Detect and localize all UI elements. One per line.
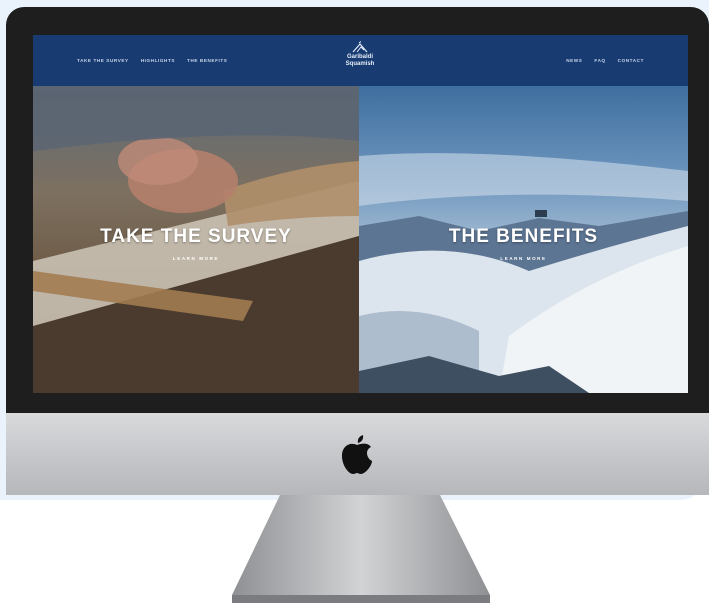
brand-logo[interactable]: Garibaldi Squamish xyxy=(330,41,390,81)
survey-panel[interactable]: TAKE THE SURVEY LEARN MORE xyxy=(33,86,359,393)
secondary-nav: NEWS FAQ CONTACT xyxy=(566,35,644,86)
nav-faq[interactable]: FAQ xyxy=(594,58,605,63)
website-screen: TAKE THE SURVEY HIGHLIGHTS THE BENEFITS … xyxy=(33,35,688,393)
site-header: TAKE THE SURVEY HIGHLIGHTS THE BENEFITS … xyxy=(33,35,688,86)
survey-learn-more[interactable]: LEARN MORE xyxy=(33,256,359,261)
nav-take-the-survey[interactable]: TAKE THE SURVEY xyxy=(77,58,129,63)
benefits-title: THE BENEFITS xyxy=(448,226,599,247)
brand-name-line1: Garibaldi xyxy=(346,54,373,60)
nav-highlights[interactable]: HIGHLIGHTS xyxy=(141,58,175,63)
benefits-learn-more[interactable]: LEARN MORE xyxy=(359,256,688,261)
survey-title: TAKE THE SURVEY xyxy=(100,226,292,247)
primary-nav: TAKE THE SURVEY HIGHLIGHTS THE BENEFITS xyxy=(77,35,227,86)
brand-name-line2: Squamish xyxy=(345,61,375,67)
monitor-stand xyxy=(232,495,490,603)
nav-news[interactable]: NEWS xyxy=(566,58,582,63)
nav-the-benefits[interactable]: THE BENEFITS xyxy=(187,58,227,63)
imac-monitor: TAKE THE SURVEY HIGHLIGHTS THE BENEFITS … xyxy=(6,7,709,495)
benefits-panel[interactable]: THE BENEFITS LEARN MORE xyxy=(359,86,688,393)
mountain-icon xyxy=(352,41,368,53)
nav-contact[interactable]: CONTACT xyxy=(618,58,644,63)
apple-logo-icon xyxy=(342,435,372,474)
